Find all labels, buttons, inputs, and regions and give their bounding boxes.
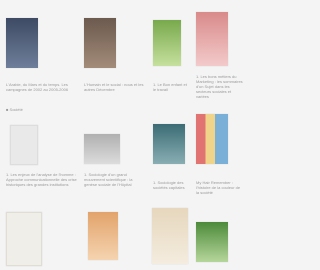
book-caption[interactable]: 1. Sociologie des sociétés capitales bbox=[153, 180, 189, 190]
book-cover[interactable] bbox=[196, 12, 228, 66]
book-cover[interactable] bbox=[10, 125, 38, 165]
book-caption[interactable]: L'Humain et le social : nous et les autr… bbox=[84, 82, 144, 92]
book-caption[interactable]: 1. Les bons métiers du Marketing : les s… bbox=[196, 74, 244, 99]
book-cover[interactable] bbox=[6, 18, 38, 68]
book-caption[interactable]: L'Arabie, du Mars et du temps. Les campa… bbox=[6, 82, 80, 92]
book-cover[interactable] bbox=[88, 212, 118, 260]
book-caption[interactable]: 1. Les enjeux de l'analyse de l'homme : … bbox=[6, 172, 78, 187]
book-cover[interactable] bbox=[153, 20, 181, 66]
book-cover[interactable] bbox=[6, 212, 42, 266]
book-cover[interactable] bbox=[152, 208, 188, 264]
book-caption[interactable]: 1. Le Bon enfant et le travail bbox=[153, 82, 191, 92]
book-caption[interactable]: My Hair Remember : l'histoire de la coul… bbox=[196, 180, 244, 195]
book-cover[interactable] bbox=[153, 124, 185, 164]
book-cover[interactable] bbox=[196, 114, 228, 164]
section-label: ■ Société bbox=[6, 107, 23, 112]
book-caption[interactable]: 1. Sociologie d'un grand mouvement scien… bbox=[84, 172, 146, 187]
book-grid: L'Arabie, du Mars et du temps. Les campa… bbox=[0, 0, 248, 270]
book-cover[interactable] bbox=[84, 18, 116, 68]
book-cover[interactable] bbox=[84, 134, 120, 164]
book-cover[interactable] bbox=[196, 222, 228, 262]
